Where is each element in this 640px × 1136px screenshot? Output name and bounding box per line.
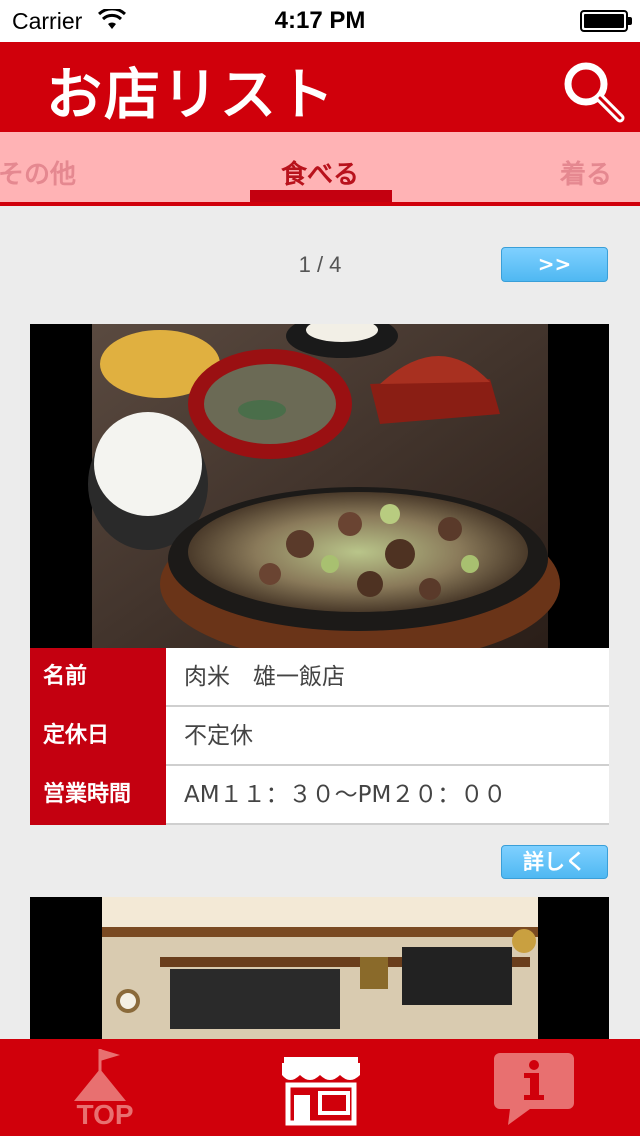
restaurant-interior-image <box>30 897 609 1047</box>
tab-other[interactable]: その他 <box>0 154 76 191</box>
hours-row: 営業時間 AM１１：３０～PM２０：００ <box>30 766 609 825</box>
detail-button[interactable]: 詳しく <box>501 845 608 879</box>
top-flag-icon: TOP <box>74 1049 134 1130</box>
tab-eat[interactable]: 食べる <box>250 154 390 191</box>
battery-icon <box>580 10 632 32</box>
clock: 4:17 PM <box>274 7 366 34</box>
shop-photo-2[interactable] <box>30 897 609 1047</box>
bottom-tab-bar: TOP <box>0 1039 640 1136</box>
page-indicator: 1 / 4 <box>298 252 342 277</box>
tab-top-label: TOP <box>76 1099 133 1130</box>
app-header: お店リスト <box>0 42 640 132</box>
shop-name-row: 名前 肉米 雄一飯店 <box>30 648 609 707</box>
closed-day-row: 定休日 不定休 <box>30 707 609 766</box>
hours-label: 営業時間 <box>30 766 166 825</box>
status-bar: Carrier 4:17 PM <box>0 0 640 42</box>
page-title: お店リスト <box>46 63 336 128</box>
search-icon[interactable] <box>560 58 626 124</box>
food-image <box>30 324 609 648</box>
shop-name-value: 肉米 雄一飯店 <box>184 664 345 690</box>
hours-value: AM１１：３０～PM２０：００ <box>184 782 507 808</box>
tab-top[interactable]: TOP <box>60 1039 150 1136</box>
next-page-button[interactable]: >> <box>501 247 608 282</box>
closed-day-label: 定休日 <box>30 707 166 766</box>
shop-icon <box>282 1057 360 1126</box>
tab-selected-indicator <box>250 190 392 202</box>
tab-wear[interactable]: 着る <box>560 154 612 191</box>
tab-shop[interactable] <box>278 1039 364 1136</box>
info-icon <box>494 1053 574 1125</box>
category-tabs: その他 食べる 着る <box>0 132 640 206</box>
shop-photo[interactable] <box>30 324 609 648</box>
closed-day-value: 不定休 <box>184 723 253 749</box>
tab-info[interactable] <box>490 1039 580 1136</box>
shop-name-label: 名前 <box>30 648 166 707</box>
